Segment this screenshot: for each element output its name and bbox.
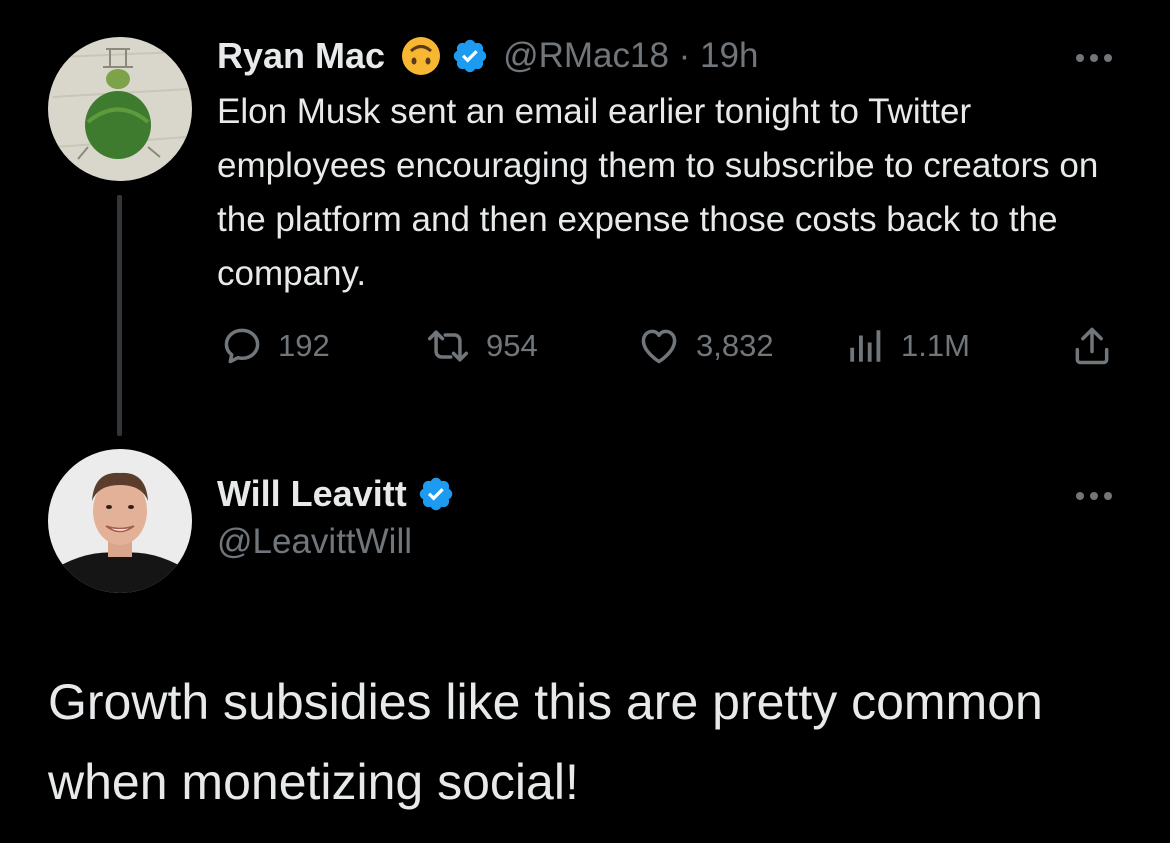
tweet2-more-icon[interactable] bbox=[1072, 486, 1116, 506]
upside-down-face-emoji-icon bbox=[401, 36, 441, 76]
tweet2-text: Growth subsidies like this are pretty co… bbox=[48, 674, 1043, 810]
reply-count: 192 bbox=[278, 328, 330, 363]
heart-icon bbox=[636, 324, 682, 368]
reply-button[interactable]: 192 bbox=[220, 322, 330, 370]
tweet2-handle[interactable]: @LeavittWill bbox=[217, 522, 455, 562]
tweet1-actions: 192 954 3,832 1.1M bbox=[0, 322, 1170, 370]
tweet1-author-name[interactable]: Ryan Mac bbox=[217, 35, 385, 77]
verified-badge-icon bbox=[417, 475, 455, 513]
tweet2-header: Will Leavitt @LeavittWill bbox=[217, 470, 455, 562]
share-icon bbox=[1070, 324, 1114, 368]
views-icon bbox=[845, 324, 887, 368]
reply-icon bbox=[220, 324, 264, 368]
ryan-mac-avatar[interactable] bbox=[48, 37, 192, 181]
tweet1-header: Ryan Mac @RMac18 · 19h bbox=[217, 30, 758, 82]
retweet-icon bbox=[424, 324, 472, 368]
like-count: 3,832 bbox=[696, 328, 774, 363]
like-button[interactable]: 3,832 bbox=[636, 322, 774, 370]
thread-line bbox=[117, 195, 122, 436]
share-button[interactable] bbox=[1070, 322, 1114, 370]
tweet1-handle-time[interactable]: @RMac18 · 19h bbox=[503, 36, 758, 76]
will-leavitt-avatar[interactable] bbox=[48, 449, 192, 593]
retweet-button[interactable]: 954 bbox=[424, 322, 538, 370]
tweet2-author-name[interactable]: Will Leavitt bbox=[217, 473, 407, 515]
tweet1-text: Elon Musk sent an email earlier tonight … bbox=[217, 92, 1099, 293]
views-button[interactable]: 1.1M bbox=[845, 322, 970, 370]
views-count: 1.1M bbox=[901, 328, 970, 363]
retweet-count: 954 bbox=[486, 328, 538, 363]
verified-badge-icon bbox=[451, 37, 489, 75]
tweet1-more-icon[interactable] bbox=[1072, 48, 1116, 68]
